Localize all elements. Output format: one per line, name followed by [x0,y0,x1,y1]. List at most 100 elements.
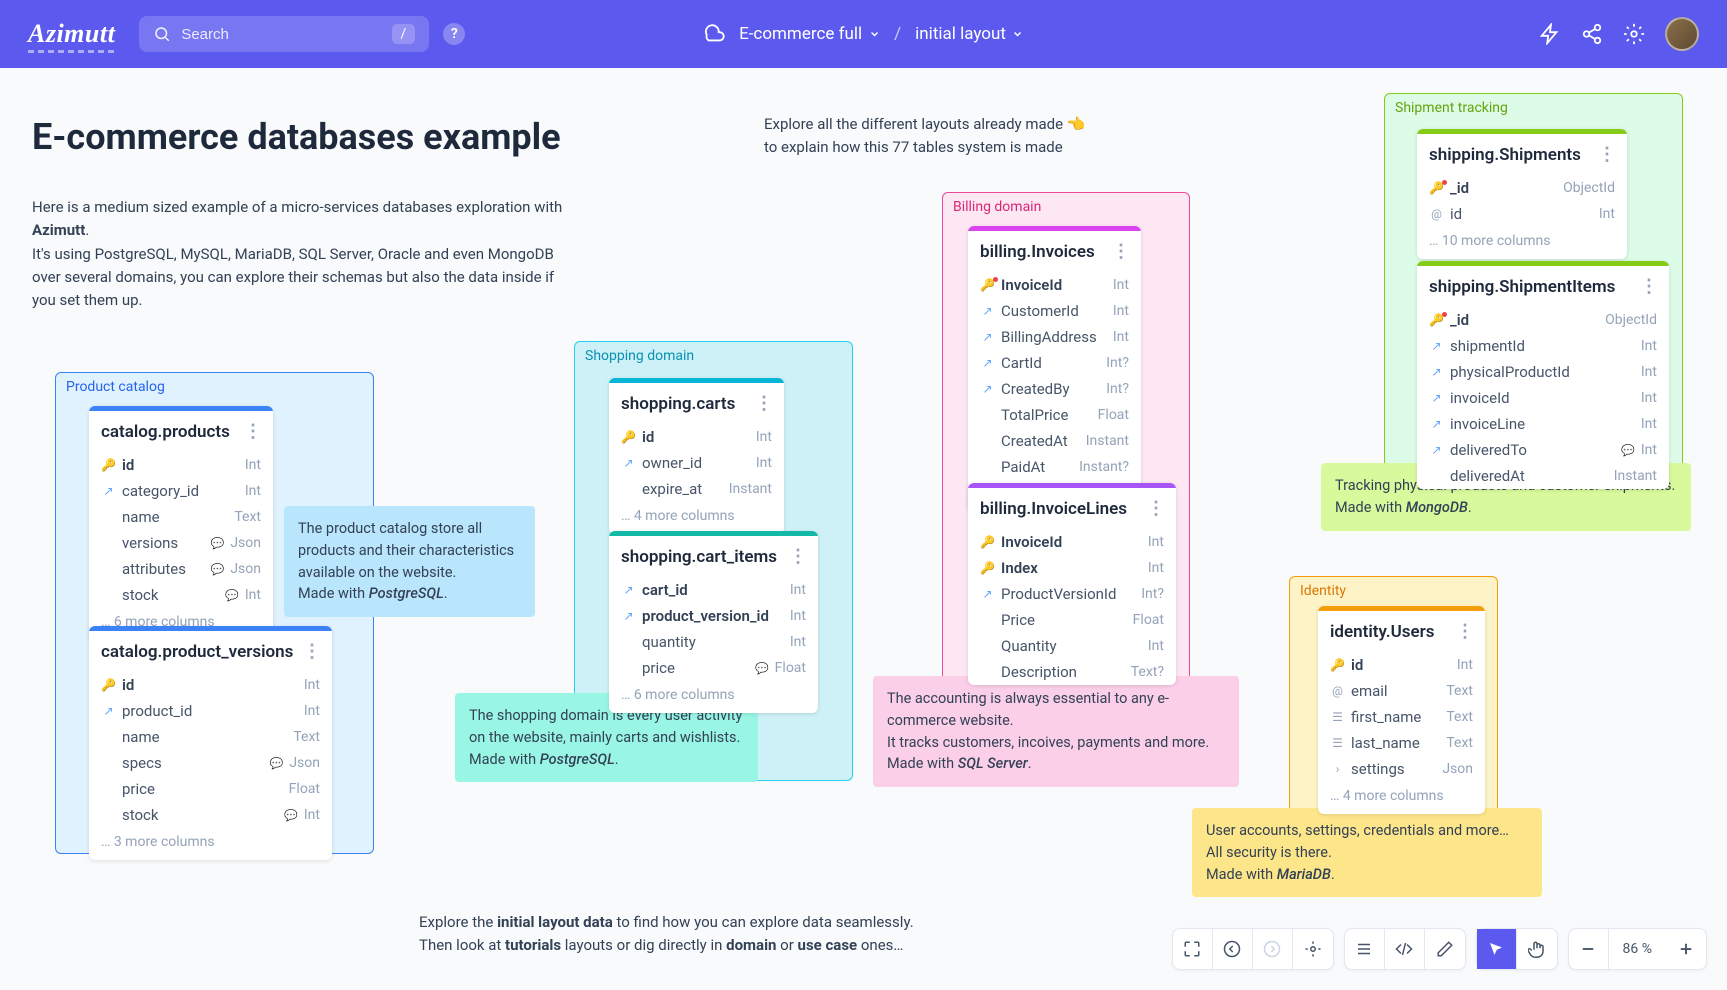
table-column[interactable]: price💬Float [609,655,818,681]
table-column[interactable]: attributes💬Json [89,556,273,582]
table-column[interactable]: DescriptionText? [968,659,1176,685]
table-column[interactable]: PriceFloat [968,607,1176,633]
table-column[interactable]: specs💬Json [89,750,332,776]
table-menu-icon[interactable]: ⋮ [1147,498,1164,519]
table-column[interactable]: ↗owner_idInt [609,450,784,476]
table-product-versions[interactable]: catalog.product_versions⋮🔑idInt↗product_… [89,626,332,860]
table-column[interactable]: ↗invoiceIdInt [1417,385,1669,411]
table-column[interactable]: 🔑idInt [89,672,332,698]
table-menu-icon[interactable]: ⋮ [1112,241,1129,262]
table-column[interactable]: ↗CartIdInt? [968,350,1141,376]
table-column[interactable]: ↗BillingAddressInt [968,324,1141,350]
table-products[interactable]: catalog.products⋮🔑idInt↗category_idIntna… [89,406,273,640]
avatar[interactable] [1665,17,1699,51]
canvas[interactable]: E-commerce databases example Here is a m… [0,68,1727,990]
table-column[interactable]: nameText [89,724,332,750]
table-column[interactable]: ↗product_version_idInt [609,603,818,629]
table-column[interactable]: quantityInt [609,629,818,655]
table-column[interactable]: 🔑_idObjectId [1417,175,1627,201]
forward-button[interactable] [1253,929,1293,969]
table-menu-icon[interactable]: ⋮ [1640,276,1657,297]
table-column[interactable]: deliveredAtInstant [1417,463,1669,489]
table-column[interactable]: 🔑_idObjectId [1417,307,1669,333]
table-column[interactable]: ↗CreatedByInt? [968,376,1141,402]
table-users[interactable]: identity.Users⋮🔑idInt@emailText☰first_na… [1318,606,1485,814]
table-column[interactable]: QuantityInt [968,633,1176,659]
table-header[interactable]: shipping.Shipments⋮ [1417,129,1627,175]
table-column[interactable]: @idInt [1417,201,1627,227]
edit-button[interactable] [1425,929,1465,969]
table-header[interactable]: billing.InvoiceLines⋮ [968,483,1176,529]
table-column[interactable]: ↗product_idInt [89,698,332,724]
table-menu-icon[interactable]: ⋮ [244,421,261,442]
more-columns[interactable]: … 3 more columns [89,828,332,860]
more-columns[interactable]: … 6 more columns [609,681,818,713]
help-icon[interactable]: ? [443,23,465,45]
table-column[interactable]: priceFloat [89,776,332,802]
table-column[interactable]: 🔑idInt [1318,652,1485,678]
table-shipment-items[interactable]: shipping.ShipmentItems⋮🔑_idObjectId↗ship… [1417,261,1669,489]
table-header[interactable]: billing.Invoices⋮ [968,226,1141,272]
more-columns[interactable]: … 10 more columns [1417,227,1627,259]
table-column[interactable]: 🔑InvoiceIdInt [968,529,1176,555]
table-column[interactable]: ↗invoiceLineInt [1417,411,1669,437]
pan-mode-button[interactable] [1517,929,1557,969]
table-column[interactable]: TotalPriceFloat [968,402,1141,428]
gear-icon[interactable] [1623,23,1645,45]
table-column[interactable]: ↗deliveredTo💬Int [1417,437,1669,463]
table-column[interactable]: ↗category_idInt [89,478,273,504]
table-column[interactable]: stock💬Int [89,582,273,608]
table-column[interactable]: ↗CustomerIdInt [968,298,1141,324]
zoom-in-button[interactable] [1666,929,1706,969]
table-menu-icon[interactable]: ⋮ [1456,621,1473,642]
list-button[interactable] [1345,929,1385,969]
table-shipments[interactable]: shipping.Shipments⋮🔑_idObjectId@idInt… 1… [1417,129,1627,259]
table-column[interactable]: CreatedAtInstant [968,428,1141,454]
table-header[interactable]: shipping.ShipmentItems⋮ [1417,261,1669,307]
table-column[interactable]: ☰last_nameText [1318,730,1485,756]
fit-screen-button[interactable] [1173,929,1213,969]
table-column[interactable]: 🔑InvoiceIdInt [968,272,1141,298]
table-column[interactable]: PaidAtInstant? [968,454,1141,480]
table-column[interactable]: 🔑IndexInt [968,555,1176,581]
table-column[interactable]: stock💬Int [89,802,332,828]
select-mode-button[interactable] [1477,929,1517,969]
table-cart-items[interactable]: shopping.cart_items⋮↗cart_idInt↗product_… [609,531,818,713]
code-button[interactable] [1385,929,1425,969]
search-input[interactable] [181,26,383,43]
project-selector[interactable]: E-commerce full [739,24,880,44]
table-column[interactable]: expire_atInstant [609,476,784,502]
bolt-icon[interactable] [1539,23,1561,45]
table-column[interactable]: versions💬Json [89,530,273,556]
table-header[interactable]: shopping.cart_items⋮ [609,531,818,577]
table-column[interactable]: ↗ProductVersionIdInt? [968,581,1176,607]
table-column[interactable]: 🔑idInt [89,452,273,478]
table-column[interactable]: @emailText [1318,678,1485,704]
table-invoice-lines[interactable]: billing.InvoiceLines⋮🔑InvoiceIdInt🔑Index… [968,483,1176,685]
center-button[interactable] [1293,929,1333,969]
share-icon[interactable] [1581,23,1603,45]
table-header[interactable]: identity.Users⋮ [1318,606,1485,652]
more-columns[interactable]: … 4 more columns [1318,782,1485,814]
search-box[interactable]: / [139,16,429,52]
layout-selector[interactable]: initial layout [915,24,1024,44]
table-header[interactable]: catalog.product_versions⋮ [89,626,332,672]
table-menu-icon[interactable]: ⋮ [303,641,320,662]
table-header[interactable]: shopping.carts⋮ [609,378,784,424]
table-column[interactable]: nameText [89,504,273,530]
table-invoices[interactable]: billing.Invoices⋮🔑InvoiceIdInt↗CustomerI… [968,226,1141,512]
table-carts[interactable]: shopping.carts⋮🔑idInt↗owner_idIntexpire_… [609,378,784,534]
more-columns[interactable]: … 4 more columns [609,502,784,534]
table-column[interactable]: ↗cart_idInt [609,577,818,603]
table-menu-icon[interactable]: ⋮ [789,546,806,567]
back-button[interactable] [1213,929,1253,969]
zoom-out-button[interactable] [1569,929,1609,969]
table-column[interactable]: ›settingsJson [1318,756,1485,782]
table-menu-icon[interactable]: ⋮ [755,393,772,414]
logo[interactable]: Azimutt [28,19,115,49]
table-column[interactable]: ↗shipmentIdInt [1417,333,1669,359]
table-header[interactable]: catalog.products⋮ [89,406,273,452]
table-column[interactable]: 🔑idInt [609,424,784,450]
table-column[interactable]: ☰first_nameText [1318,704,1485,730]
table-menu-icon[interactable]: ⋮ [1598,144,1615,165]
